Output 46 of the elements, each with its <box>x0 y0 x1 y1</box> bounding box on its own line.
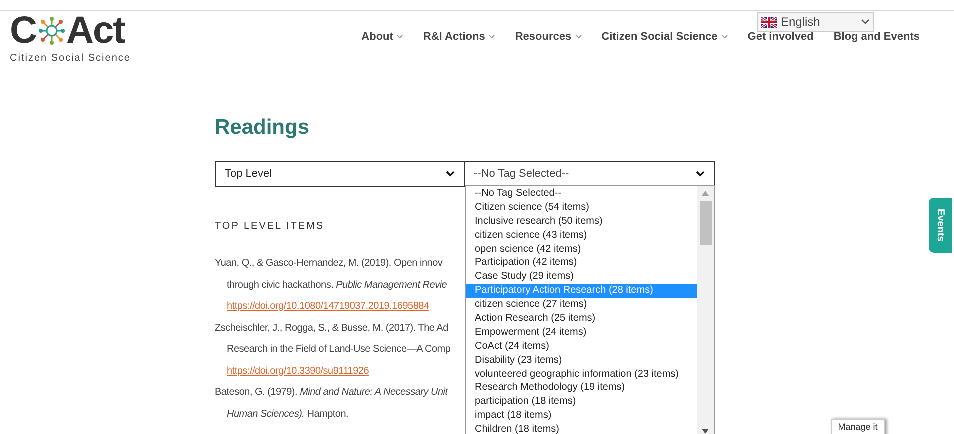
network-icon <box>38 16 66 46</box>
chevron-down-icon <box>446 171 455 177</box>
dropdown-option[interactable]: Empowerment (24 items) <box>466 326 697 340</box>
reference-text: Bateson, G. (1979). Mind and Nature: A Necessary Unit <box>215 387 448 398</box>
chevron-down-icon <box>696 171 705 177</box>
nav-link[interactable]: Get involved <box>748 29 814 46</box>
reference-text: Yuan, Q., & Gasco-Hernandez, M. (2019). Open innov <box>215 258 443 269</box>
scroll-up-icon <box>702 191 709 196</box>
section-title: TOP LEVEL ITEMS <box>215 220 325 234</box>
dropdown-option[interactable]: Children (18 items) <box>466 423 697 434</box>
chevron-down-icon <box>861 19 870 25</box>
logo-tagline: Citizen Social Science <box>10 52 131 66</box>
dropdown-option[interactable]: volunteered geographic information (23 items) <box>466 368 697 382</box>
dropdown-option[interactable]: open science (42 items) <box>466 242 697 256</box>
flag-icon <box>761 16 777 28</box>
reference-text: Research in the Field of Land-Use Science—A Comp <box>227 344 451 355</box>
scroll-down-icon <box>702 429 709 434</box>
dropdown-option[interactable]: Case Study (29 items) <box>466 270 697 284</box>
logo-text: C <box>10 12 36 50</box>
dropdown-option[interactable]: CoAct (24 items) <box>466 340 697 354</box>
level-select[interactable]: Top Level <box>215 161 465 187</box>
dropdown-option[interactable]: Action Research (25 items) <box>466 312 697 326</box>
dropdown-option[interactable]: Inclusive research (50 items) <box>466 214 697 229</box>
dropdown-option[interactable]: Participation (42 items) <box>466 256 697 270</box>
dropdown-option[interactable]: Disability (23 items) <box>466 354 697 368</box>
nav-link[interactable]: R&I Actions <box>423 29 496 46</box>
reference-text: through civic hackathons. Public Management Revie <box>227 280 448 290</box>
dropdown-option[interactable]: citizen science (27 items) <box>466 298 697 312</box>
language-select[interactable]: English <box>757 12 874 32</box>
dropdown-option[interactable]: impact (18 items) <box>466 409 697 424</box>
scrollbar-thumb[interactable] <box>700 201 712 245</box>
scrollbar[interactable] <box>697 186 714 434</box>
nav-link[interactable]: Blog and Events <box>834 29 920 46</box>
logo-text: Act <box>66 12 125 50</box>
reference-text: Human Sciences). Hampton. <box>227 408 349 420</box>
manage-button[interactable]: Manage it <box>831 419 885 434</box>
nav-link[interactable]: Resources <box>515 29 582 46</box>
nav-link[interactable]: Citizen Social Science <box>602 29 728 46</box>
page-heading: Readings <box>215 115 311 141</box>
dropdown-option[interactable]: --No Tag Selected-- <box>466 187 697 201</box>
dropdown-option[interactable]: participation (18 items) <box>466 395 697 410</box>
dropdown-option[interactable]: Citizen science (54 items) <box>466 200 697 215</box>
reference-text: Zscheischler, J., Rogga, S., & Busse, M. (2017). The Ad <box>215 322 448 334</box>
dropdown-option[interactable]: Research Methodology (19 items) <box>466 381 697 396</box>
dropdown-option[interactable]: citizen science (43 items) <box>466 228 697 243</box>
nav-link[interactable]: About <box>362 29 404 46</box>
